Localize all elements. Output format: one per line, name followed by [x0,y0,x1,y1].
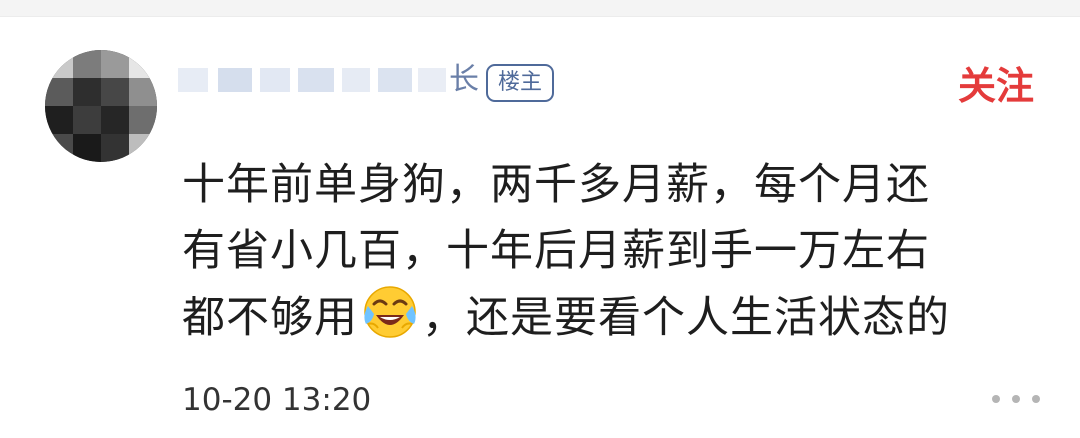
author-name[interactable]: 长 [178,58,478,102]
ellipsis-dot [1032,395,1040,403]
avatar-pixel [129,134,157,162]
name-blur-block [178,68,208,92]
ellipsis-dot [1012,395,1020,403]
avatar-pixel [129,50,157,78]
name-blur-block [342,68,370,92]
avatar[interactable] [45,50,157,162]
laugh-cry-emoji-icon [364,286,416,338]
comment-line: 十年前单身狗，两千多月薪，每个月还 [182,160,930,210]
top-divider [0,0,1080,17]
avatar-pixel [101,134,129,162]
comment-line: 都不够用 ，还是要看个人生活状态的 [182,284,1042,351]
avatar-pixel [73,50,101,78]
author-name-suffix: 长 [449,62,478,97]
name-blur-block [218,68,252,92]
name-blur-block [378,68,412,92]
avatar-pixel [73,78,101,106]
name-blur-block [260,68,290,92]
comment-line-part: ，还是要看个人生活状态的 [422,293,950,343]
avatar-pixel [101,78,129,106]
name-blur-block [298,68,334,92]
timestamp: 10-20 13:20 [182,382,372,418]
comment-line: 有省小几百，十年后月薪到手一万左右 [182,226,930,276]
avatar-pixel [101,106,129,134]
follow-button[interactable]: 关注 [958,62,1034,110]
avatar-pixel [73,134,101,162]
avatar-pixel [101,50,129,78]
comment-line-part: 都不够用 [182,293,358,343]
owner-badge: 楼主 [486,64,555,102]
avatar-pixel [129,106,157,134]
comment-text: 十年前单身狗，两千多月薪，每个月还 有省小几百，十年后月薪到手一万左右 都不够用… [182,152,1042,351]
name-blur-block [418,68,446,92]
avatar-pixel [45,106,73,134]
avatar-pixel [45,78,73,106]
ellipsis-dot [992,395,1000,403]
ellipsis-icon[interactable] [992,392,1042,406]
avatar-pixel [129,78,157,106]
avatar-pixel [73,106,101,134]
avatar-pixel [45,50,73,78]
avatar-pixel [45,134,73,162]
